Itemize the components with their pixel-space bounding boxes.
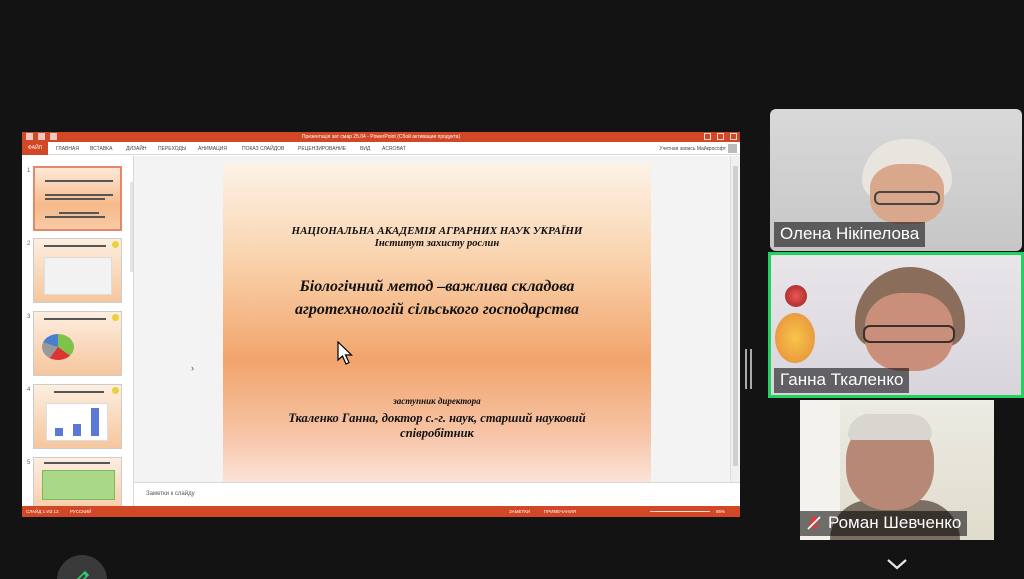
thumb-number: 4 [27,387,31,393]
table-icon [42,470,115,500]
comments-button[interactable]: ПРИМЕЧАНИЯ [544,509,576,514]
slide-org: НАЦІОНАЛЬНА АКАДЕМІЯ АГРАРНИХ НАУК УКРАЇ… [291,225,583,237]
slide-thumbnails-pane[interactable]: 1 2 3 4 5 [22,156,134,506]
tab-transitions[interactable]: ПЕРЕХОДЫ [158,146,186,152]
status-bar: СЛАЙД 1 ИЗ 13 РУССКИЙ ЗАМЕТКИ ПРИМЕЧАНИЯ… [22,506,740,517]
shared-screen[interactable]: Презентація зат смар 25.04 - PowerPoint … [22,132,740,517]
thumb-number: 5 [27,460,31,466]
slide-thumbnail-4[interactable] [33,384,122,449]
panel-splitter-handle[interactable] [745,349,752,389]
zoom-slider[interactable] [650,511,710,512]
star-icon [112,314,119,321]
avatar[interactable] [728,144,737,153]
pencil-icon [76,570,90,579]
tab-view[interactable]: ВИД [360,146,370,152]
notes-button[interactable]: ЗАМЕТКИ [509,509,530,514]
meeting-stage: Презентація зат смар 25.04 - PowerPoint … [0,0,1024,579]
notes-pane[interactable]: Заметки к слайду [134,482,740,506]
participant-tile[interactable]: Роман Шевченко [800,400,994,540]
window-controls[interactable] [704,133,737,140]
chevron-down-icon[interactable] [885,556,909,572]
chevron-right-icon: › [191,363,194,373]
tab-home[interactable]: ГЛАВНАЯ [56,146,79,152]
bar-chart-icon [46,403,108,441]
slide-thumbnail-1[interactable] [33,166,122,231]
participant-name: Олена Нікіпелова [774,222,926,247]
current-slide[interactable]: НАЦІОНАЛЬНА АКАДЕМІЯ АГРАРНИХ НАУК УКРАЇ… [223,163,651,482]
slide-thumbnail-2[interactable] [33,238,122,303]
close-icon[interactable] [730,133,737,140]
tab-slideshow[interactable]: ПОКАЗ СЛАЙДОВ [242,146,284,152]
participant-name: Ганна Ткаленко [774,368,910,393]
tab-review[interactable]: РЕЦЕНЗИРОВАНИЕ [298,146,346,152]
participant-name: Роман Шевченко [828,513,962,532]
tab-acrobat[interactable]: ACROBAT [382,146,406,152]
slide-role: заступник директора [393,396,481,406]
participant-tile[interactable]: Олена Нікіпелова [770,109,1022,251]
slide-counter: СЛАЙД 1 ИЗ 13 [26,509,59,514]
star-icon [112,387,119,394]
mouse-pointer-icon [337,341,353,365]
slide-title-line-1: Біологічний метод –важлива складова [299,278,575,295]
slide-thumbnail-3[interactable] [33,311,122,376]
thumb-number: 2 [27,241,31,247]
maximize-icon[interactable] [717,133,724,140]
notes-placeholder: Заметки к слайду [146,491,195,497]
account-name[interactable]: Учетная запись Майкрософт [659,146,726,152]
tab-design[interactable]: ДИЗАЙН [126,146,147,152]
canvas-scrollbar[interactable] [730,156,739,482]
slide-author-line-1: Ткаленко Ганна, доктор с.-г. наук, старш… [288,411,586,425]
ribbon-tabs: ФАЙЛ ГЛАВНАЯ ВСТАВКА ДИЗАЙН ПЕРЕХОДЫ АНИ… [22,142,740,155]
pie-chart-icon [42,334,74,360]
slide-title-line-2: агротехнологій сільського господарства [294,301,580,318]
annotate-button[interactable] [57,555,107,579]
slide-institute: Інститут захисту рослин [374,238,500,249]
thumb-number: 1 [27,168,31,174]
star-icon [112,241,119,248]
minimize-icon[interactable] [704,133,711,140]
window-title: Презентація зат смар 25.04 - PowerPoint … [301,134,461,140]
powerpoint-titlebar: Презентація зат смар 25.04 - PowerPoint … [22,132,740,142]
tab-animation[interactable]: АНИМАЦИЯ [198,146,227,152]
mic-off-icon [807,516,821,530]
language-indicator[interactable]: РУССКИЙ [70,509,91,514]
thumb-number: 3 [27,314,31,320]
participant-tile-active-speaker[interactable]: Ганна Ткаленко [768,252,1024,398]
slide-canvas[interactable]: › НАЦІОНАЛЬНА АКАДЕМІЯ АГРАРНИХ НАУК УКР… [134,156,740,482]
zoom-level[interactable]: 85% [716,509,725,514]
tab-file[interactable]: ФАЙЛ [22,142,48,155]
slide-author-line-2: співробітник [400,426,474,440]
tab-insert[interactable]: ВСТАВКА [90,146,112,152]
slide-thumbnail-5[interactable] [33,457,122,506]
